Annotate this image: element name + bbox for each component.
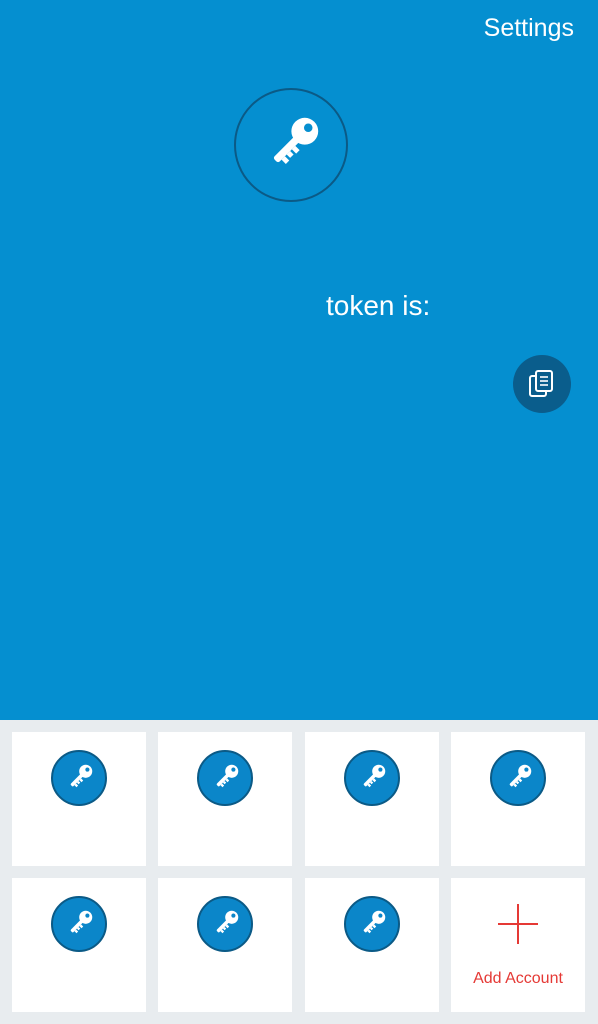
key-icon xyxy=(197,896,253,952)
account-tile[interactable] xyxy=(305,732,439,866)
add-account-button[interactable]: Add Account xyxy=(451,878,585,1012)
account-tile[interactable] xyxy=(158,878,292,1012)
account-tile[interactable] xyxy=(451,732,585,866)
key-icon xyxy=(344,896,400,952)
key-icon xyxy=(234,88,348,202)
account-tile[interactable] xyxy=(305,878,439,1012)
plus-icon xyxy=(498,904,538,944)
key-icon xyxy=(344,750,400,806)
key-icon xyxy=(51,750,107,806)
copy-token-button[interactable] xyxy=(513,355,571,413)
account-tile[interactable] xyxy=(158,732,292,866)
accounts-grid: Add Account xyxy=(0,720,598,1024)
account-tile[interactable] xyxy=(12,732,146,866)
token-panel: Settings token is: xyxy=(0,0,598,720)
settings-button[interactable]: Settings xyxy=(484,12,574,44)
copy-icon xyxy=(529,370,553,397)
account-tile[interactable] xyxy=(12,878,146,1012)
key-icon xyxy=(51,896,107,952)
key-icon xyxy=(490,750,546,806)
token-label: token is: xyxy=(326,290,431,321)
key-icon xyxy=(197,750,253,806)
add-account-label: Add Account xyxy=(473,970,563,987)
